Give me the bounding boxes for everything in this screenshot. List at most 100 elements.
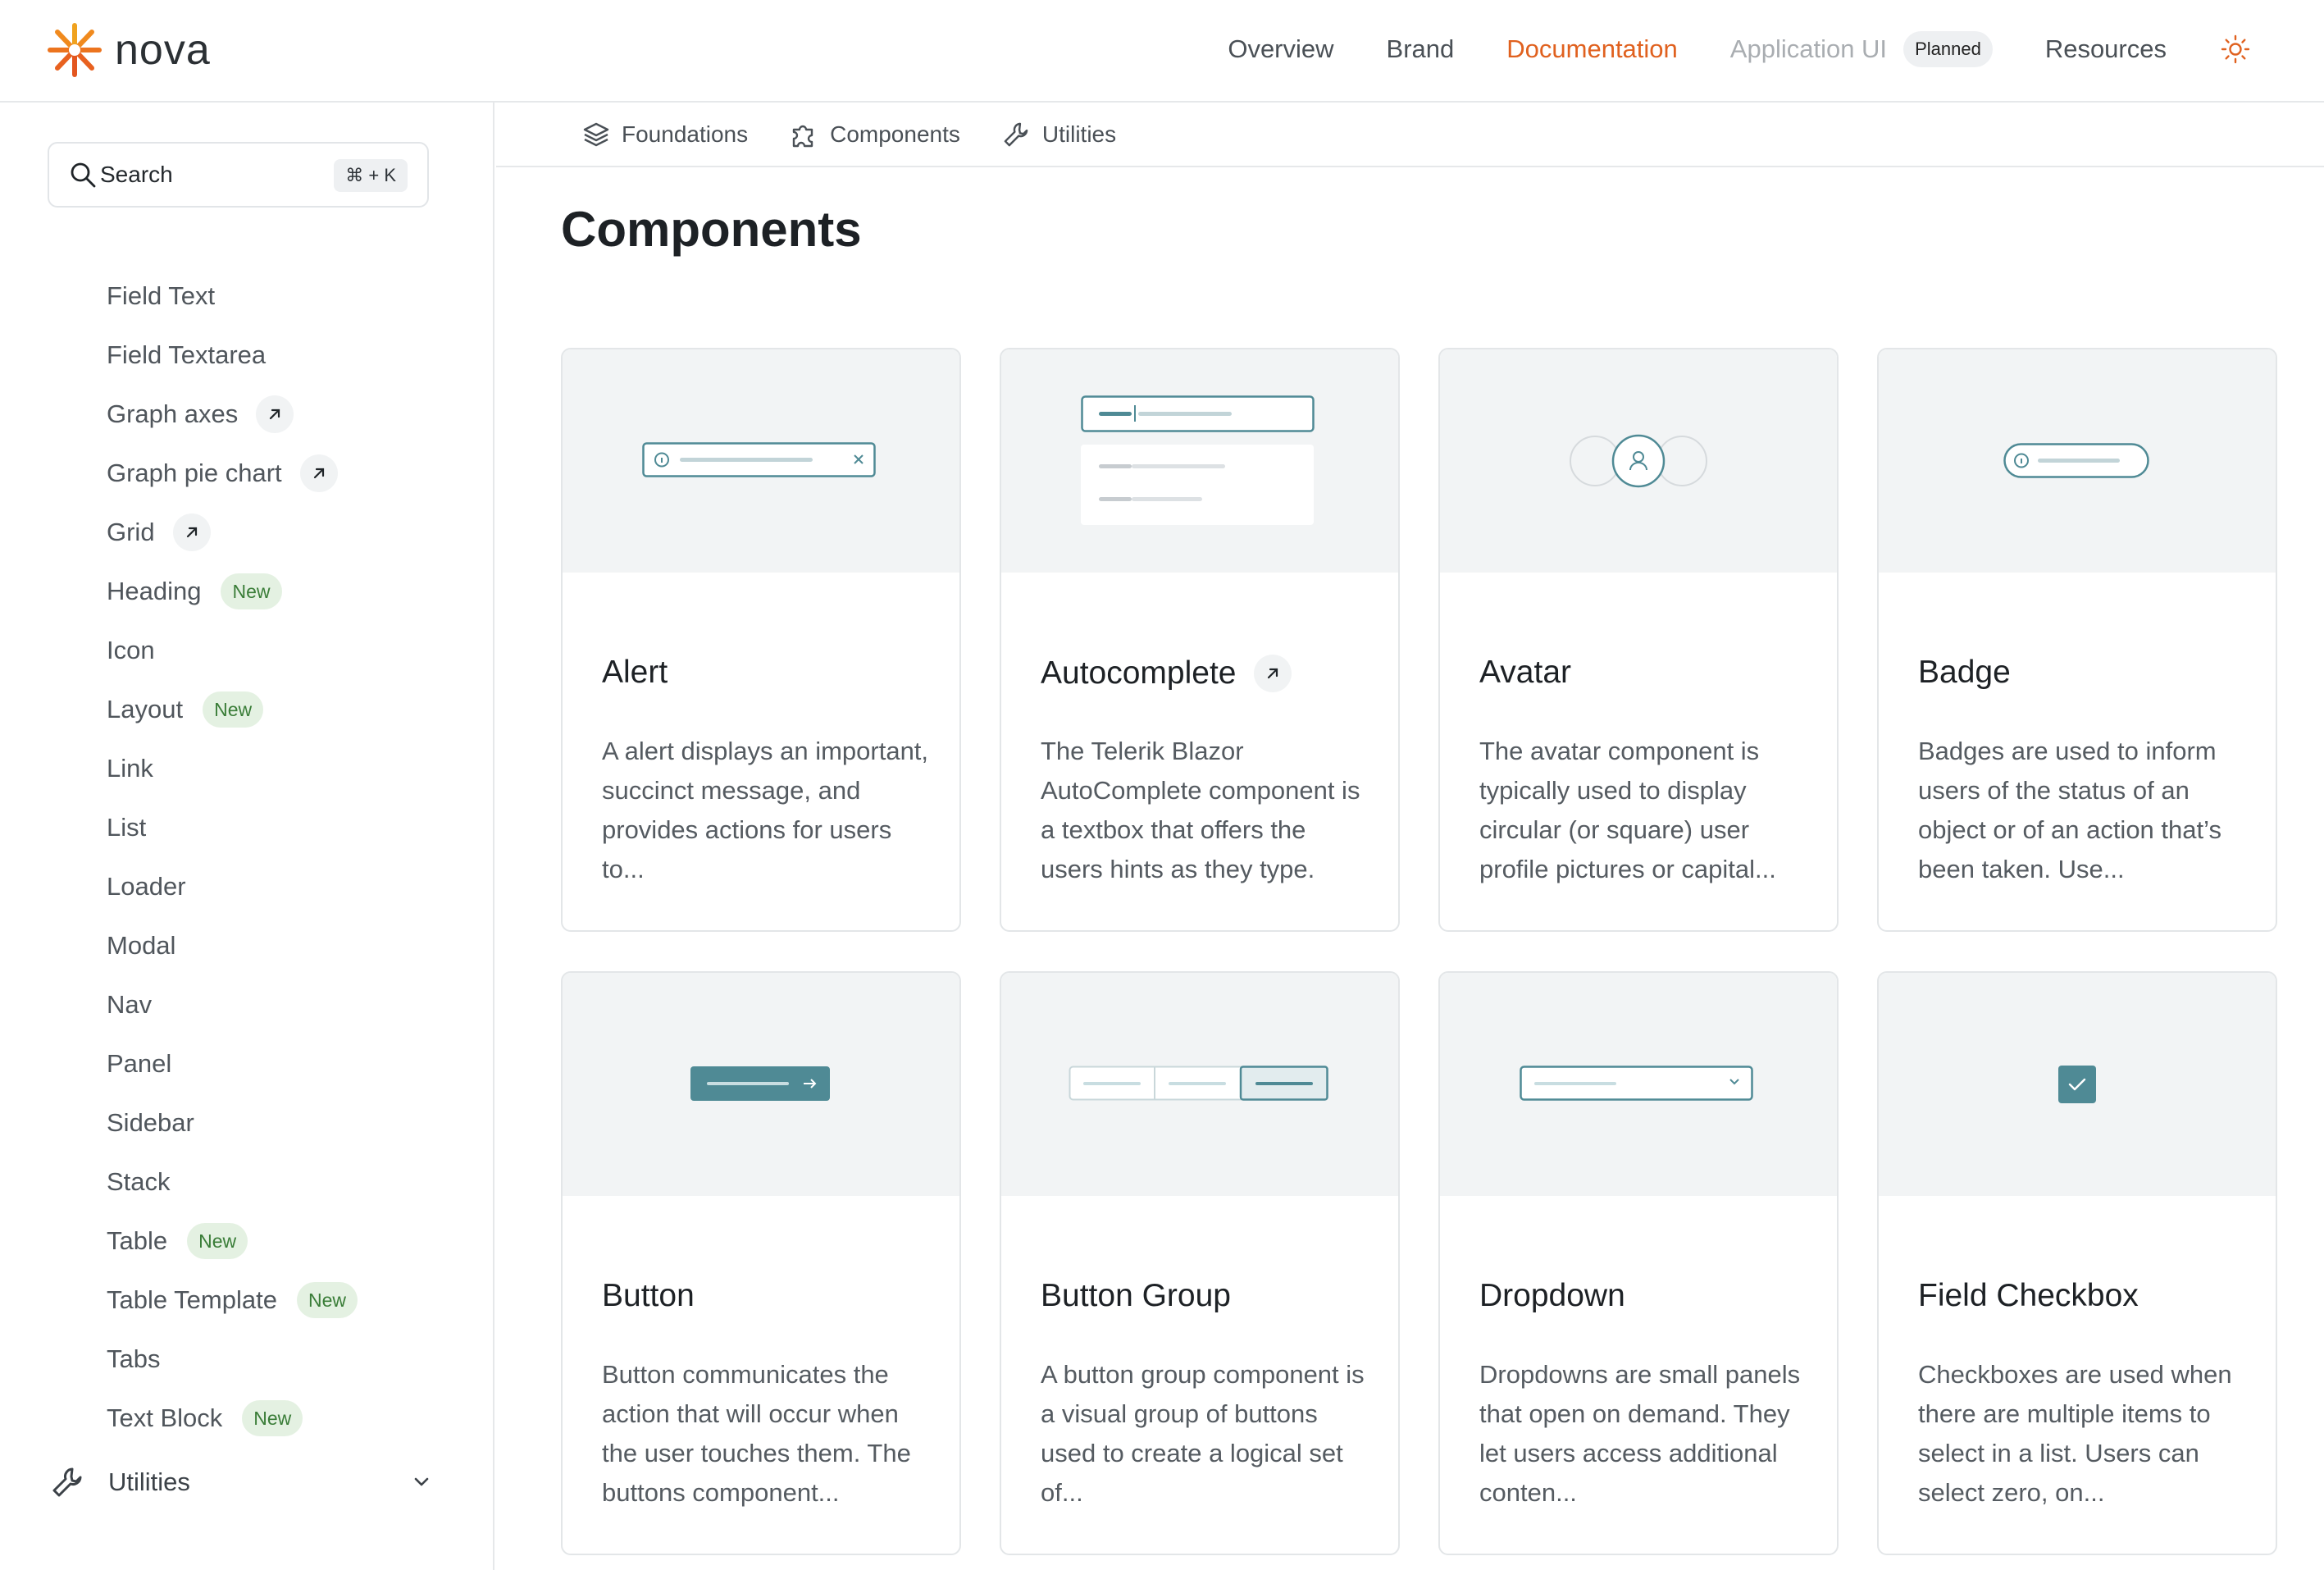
- card-description: A alert displays an important, succinct …: [602, 737, 929, 883]
- card-preview: [1001, 973, 1398, 1196]
- card-description: Checkboxes are used when there are multi…: [1918, 1360, 2232, 1507]
- external-link-icon: [299, 454, 338, 492]
- sidebar-item-link[interactable]: Link: [0, 739, 492, 798]
- sidebar-item-label: Heading: [107, 577, 202, 605]
- nav-documentation[interactable]: Documentation: [1506, 34, 1678, 64]
- sidebar-item-grid[interactable]: Grid: [0, 503, 492, 562]
- sidebar-item-field-textarea[interactable]: Field Textarea: [0, 326, 492, 385]
- autocomplete-preview-illustration: [1081, 395, 1315, 525]
- sidebar-section-utilities[interactable]: Utilities: [49, 1458, 435, 1507]
- tab-label: Components: [830, 121, 960, 147]
- card-preview: [1440, 349, 1837, 573]
- nova-logo-icon: [48, 23, 102, 77]
- sidebar-list: Field Text Field Textarea Graph axes Gra…: [0, 267, 492, 1448]
- external-link-icon: [256, 395, 294, 433]
- tab-label: Utilities: [1041, 121, 1117, 147]
- puzzle-icon: [792, 125, 813, 147]
- sidebar-item-label: Table Template: [107, 1285, 277, 1314]
- card-title: Button: [602, 1278, 695, 1314]
- sidebar-item-label: Graph pie chart: [107, 459, 282, 487]
- card-title-text: Autocomplete: [1041, 655, 1237, 691]
- card-title: Alert: [602, 655, 668, 691]
- card-preview: [563, 973, 959, 1196]
- sidebar-item-label: Icon: [107, 636, 155, 664]
- sidebar-item-layout[interactable]: Layout New: [0, 680, 492, 739]
- card-title-text: Avatar: [1479, 655, 1572, 690]
- sidebar-item-tabs[interactable]: Tabs: [0, 1330, 492, 1389]
- card-badge[interactable]: Badge Badges are used to inform users of…: [1877, 348, 2277, 932]
- sidebar-item-label: Sidebar: [107, 1108, 194, 1137]
- tab-components[interactable]: Components: [789, 120, 960, 149]
- sidebar-item-sidebar[interactable]: Sidebar: [0, 1093, 492, 1152]
- tab-label: Foundations: [622, 121, 749, 147]
- new-badge: New: [221, 573, 282, 609]
- card-button-group[interactable]: Button Group A button group component is…: [1000, 971, 1400, 1555]
- sidebar-item-graph-pie-chart[interactable]: Graph pie chart: [0, 444, 492, 503]
- new-badge: New: [296, 1282, 358, 1318]
- top-header: nova Overview Brand Documentation Applic…: [0, 0, 2324, 103]
- search-icon: [71, 162, 96, 188]
- sun-icon: [2221, 34, 2250, 64]
- logo-text: nova: [115, 26, 211, 74]
- sidebar-item-text-block[interactable]: Text Block New: [0, 1389, 492, 1448]
- sidebar-item-label: Grid: [107, 518, 155, 546]
- card-title-text: Button Group: [1041, 1278, 1231, 1313]
- sidebar-item-stack[interactable]: Stack: [0, 1152, 492, 1212]
- external-link-icon: [172, 513, 211, 551]
- button-group-preview-illustration: [1069, 1066, 1328, 1101]
- tab-foundations[interactable]: Foundations: [582, 121, 748, 148]
- new-badge: New: [187, 1223, 248, 1259]
- nav-overview[interactable]: Overview: [1228, 34, 1333, 64]
- sidebar-item-field-text[interactable]: Field Text: [0, 267, 492, 326]
- card-alert[interactable]: Alert A alert displays an important, suc…: [561, 348, 961, 932]
- sidebar-item-label: Tabs: [107, 1344, 161, 1373]
- sidebar-item-list[interactable]: List: [0, 798, 492, 857]
- card-preview: [1001, 349, 1398, 573]
- card-title-text: Button: [602, 1278, 695, 1313]
- avatar-preview-illustration: [1570, 434, 1707, 488]
- card-preview: [1440, 973, 1837, 1196]
- dropdown-preview-illustration: [1520, 1066, 1753, 1101]
- sidebar-item-label: Panel: [107, 1049, 172, 1078]
- sidebar-item-table-template[interactable]: Table Template New: [0, 1271, 492, 1330]
- new-badge: New: [203, 691, 264, 728]
- sidebar-item-label: Loader: [107, 872, 186, 901]
- card-description: Badges are used to inform users of the s…: [1918, 737, 2221, 883]
- sidebar-item-label: Graph axes: [107, 399, 239, 428]
- sidebar-item-label: Table: [107, 1226, 168, 1255]
- nav-application-ui: Application UI: [1729, 34, 1888, 63]
- tab-utilities[interactable]: Utilities: [1001, 120, 1116, 149]
- new-badge: New: [242, 1400, 303, 1436]
- sidebar-item-label: Modal: [107, 931, 176, 960]
- nav-brand[interactable]: Brand: [1387, 34, 1455, 64]
- card-button[interactable]: Button Button communicates the action th…: [561, 971, 961, 1555]
- sidebar-item-nav[interactable]: Nav: [0, 975, 492, 1034]
- sidebar-item-table[interactable]: Table New: [0, 1212, 492, 1271]
- card-title: Badge: [1918, 655, 2011, 691]
- sidebar-item-label: Layout: [107, 695, 184, 723]
- sidebar-item-modal[interactable]: Modal: [0, 916, 492, 975]
- card-avatar[interactable]: Avatar The avatar component is typically…: [1438, 348, 1839, 932]
- external-link-icon: [1254, 655, 1292, 692]
- sidebar-item-panel[interactable]: Panel: [0, 1034, 492, 1093]
- theme-toggle-button[interactable]: [2219, 33, 2252, 66]
- card-autocomplete[interactable]: Autocomplete The Telerik Blazor AutoComp…: [1000, 348, 1400, 932]
- nova-logo[interactable]: nova: [46, 21, 211, 79]
- card-field-checkbox[interactable]: Field Checkbox Checkboxes are used when …: [1877, 971, 2277, 1555]
- nav-resources[interactable]: Resources: [2045, 34, 2167, 64]
- sidebar-item-heading[interactable]: Heading New: [0, 562, 492, 621]
- card-preview: [563, 349, 959, 573]
- card-description: Button communicates the action that will…: [602, 1360, 911, 1507]
- sidebar-item-loader[interactable]: Loader: [0, 857, 492, 916]
- sidebar-item-graph-axes[interactable]: Graph axes: [0, 385, 492, 444]
- sidebar-section-label: Utilities: [108, 1467, 190, 1496]
- sidebar-item-icon[interactable]: Icon: [0, 621, 492, 680]
- sidebar-item-label: List: [107, 813, 147, 842]
- checkbox-preview-illustration: [2058, 1066, 2096, 1103]
- search-shortcut: ⌘ + K: [334, 159, 408, 192]
- card-dropdown[interactable]: Dropdown Dropdowns are small panels that…: [1438, 971, 1839, 1555]
- top-nav: Overview Brand Documentation Application…: [1228, 0, 2324, 98]
- button-preview-illustration: [690, 1066, 830, 1101]
- card-preview: [1879, 349, 2276, 573]
- search-input[interactable]: Search ⌘ + K: [48, 142, 429, 208]
